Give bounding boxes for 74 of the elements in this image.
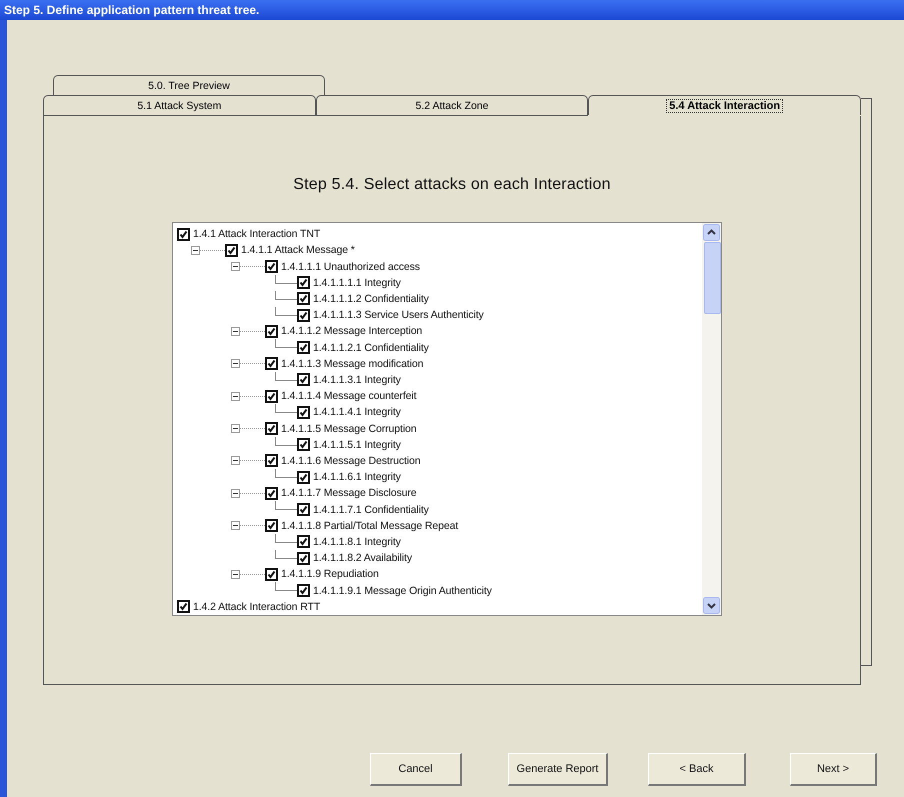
- tree-item[interactable]: 1.4.1.1.3 Message modification: [281, 358, 424, 370]
- checkbox[interactable]: [265, 260, 278, 273]
- checkbox[interactable]: [297, 535, 310, 548]
- dialog-button[interactable]: < Back: [648, 753, 746, 786]
- checkbox[interactable]: [265, 486, 278, 500]
- tree-item[interactable]: 1.4.1.1.9.1 Message Origin Authenticity: [313, 584, 492, 597]
- checkbox[interactable]: [297, 292, 310, 306]
- tree-item[interactable]: 1.4.1.1.6.1 Integrity: [313, 471, 401, 484]
- tree-item[interactable]: 1.4.1.1 Attack Message *: [241, 244, 355, 256]
- checkbox[interactable]: [265, 519, 278, 532]
- tree-line: [275, 436, 297, 446]
- tree-item[interactable]: 1.4.1.1.1.3 Service Users Authenticity: [313, 309, 484, 322]
- tree-item[interactable]: 1.4.1.1.8.2 Availability: [313, 552, 412, 564]
- checkbox[interactable]: [265, 357, 278, 370]
- tree-line: [275, 290, 297, 300]
- tree-item[interactable]: 1.4.2 Attack Interaction RTT: [193, 600, 320, 613]
- tree-line: [275, 534, 297, 543]
- tree-line: [275, 469, 297, 478]
- tree-item[interactable]: 1.4.1.1.2.1 Confidentiality: [313, 342, 429, 354]
- checkbox[interactable]: [177, 600, 190, 614]
- checkbox[interactable]: [297, 373, 310, 386]
- tree-line: [275, 372, 297, 381]
- dialog-button[interactable]: Next >: [790, 753, 877, 786]
- tree-line: [275, 550, 297, 560]
- checkbox[interactable]: [297, 276, 310, 290]
- checkbox[interactable]: [297, 552, 310, 565]
- checkbox[interactable]: [297, 406, 310, 419]
- tree-item[interactable]: 1.4.1.1.6 Message Destruction: [281, 454, 421, 467]
- checkbox[interactable]: [297, 438, 310, 452]
- tree-item[interactable]: 1.4.1.1.1.2 Confidentiality: [313, 292, 429, 305]
- step-heading: Step 5.4. Select attacks on each Interaction: [293, 176, 611, 194]
- tree-item[interactable]: 1.4.1.1.2 Message Interception: [281, 325, 422, 338]
- tab[interactable]: 5.4 Attack Interaction: [588, 95, 862, 115]
- tree-item[interactable]: 1.4.1.1.4 Message counterfeit: [281, 390, 416, 402]
- scroll-down-icon[interactable]: [703, 597, 720, 614]
- tree-item[interactable]: 1.4.1.1.8.1 Integrity: [313, 536, 401, 548]
- tree-line: [275, 307, 297, 316]
- checkbox[interactable]: [265, 454, 278, 468]
- tree-line: [275, 274, 297, 284]
- scroll-up-icon[interactable]: [703, 224, 720, 241]
- checkbox[interactable]: [297, 470, 310, 484]
- scrollbar[interactable]: [702, 223, 721, 615]
- tree-line: [275, 404, 297, 414]
- tree-line: [275, 339, 297, 348]
- checkbox[interactable]: [265, 324, 278, 338]
- dialog-button[interactable]: Generate Report: [508, 753, 608, 786]
- checkbox[interactable]: [297, 308, 310, 322]
- tab[interactable]: 5.0. Tree Preview: [53, 75, 325, 95]
- checkbox[interactable]: [265, 568, 278, 581]
- checkbox[interactable]: [265, 390, 278, 403]
- tab[interactable]: 5.2 Attack Zone: [316, 95, 588, 116]
- scroll-thumb[interactable]: [704, 242, 721, 314]
- tree-item[interactable]: 1.4.1.1.8 Partial/Total Message Repeat: [281, 520, 458, 532]
- tree-line: [275, 501, 297, 510]
- tab[interactable]: 5.1 Attack System: [43, 95, 316, 116]
- checkbox[interactable]: [297, 503, 310, 516]
- tree-item[interactable]: 1.4.1.1.7.1 Confidentiality: [313, 504, 429, 516]
- checkbox[interactable]: [297, 341, 310, 354]
- tree-item[interactable]: 1.4.1.1.5 Message Corruption: [281, 422, 417, 435]
- tree-item[interactable]: 1.4.1.1.5.1 Integrity: [313, 438, 401, 451]
- tree-item[interactable]: 1.4.1.1.1 Unauthorized access: [281, 260, 420, 272]
- tree-line: [275, 582, 297, 592]
- checkbox[interactable]: [225, 244, 238, 257]
- tree-item[interactable]: 1.4.1.1.7 Message Disclosure: [281, 487, 417, 500]
- tree-item[interactable]: 1.4.1.1.1.1 Integrity: [313, 276, 401, 289]
- tree-item[interactable]: 1.4.1 Attack Interaction TNT: [193, 228, 320, 240]
- dialog-button[interactable]: Cancel: [370, 753, 462, 786]
- tree-item[interactable]: 1.4.1.1.9 Repudiation: [281, 568, 379, 580]
- window-title: Step 5. Define application pattern threat tree.: [3, 3, 260, 17]
- checkbox[interactable]: [297, 584, 310, 598]
- checkbox[interactable]: [177, 228, 190, 241]
- tree-item[interactable]: 1.4.1.1.4.1 Integrity: [313, 406, 401, 418]
- checkbox[interactable]: [265, 422, 278, 436]
- tree-item[interactable]: 1.4.1.1.3.1 Integrity: [313, 374, 401, 386]
